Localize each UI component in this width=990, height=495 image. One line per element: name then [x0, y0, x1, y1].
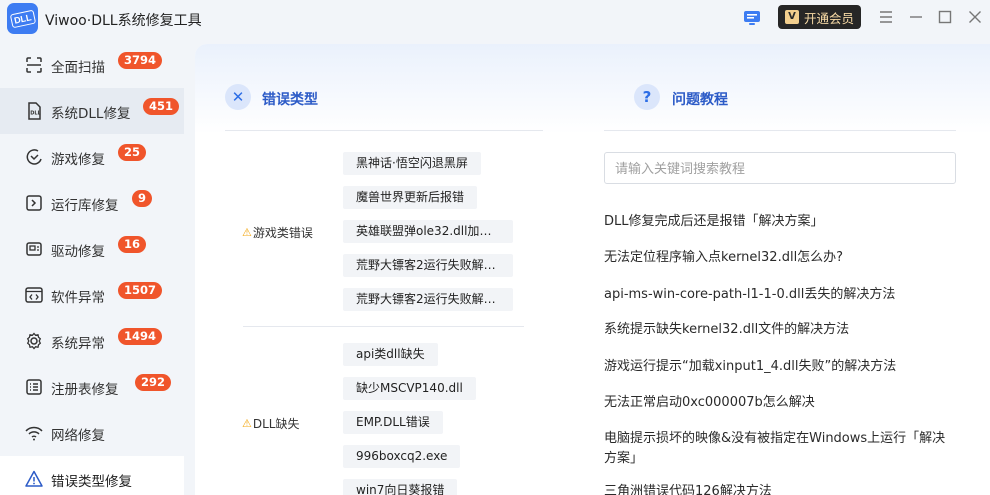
- close-icon[interactable]: [967, 9, 983, 25]
- main-panel: ✕ 错误类型 ⚠ 游戏类错误 黑神话·悟空闪退黑屏 魔兽世界更新后报错 英雄联盟…: [195, 44, 990, 495]
- sidebar-item-label: 软件异常: [51, 290, 105, 306]
- count-badge: 3794: [118, 52, 163, 69]
- error-item[interactable]: api类dll缺失: [343, 343, 438, 366]
- divider: [225, 130, 543, 131]
- sidebar-item-label: 游戏修复: [51, 152, 105, 168]
- count-badge: 1494: [118, 328, 163, 345]
- sidebar-item-software-exception[interactable]: 软件异常 1507: [0, 272, 184, 318]
- error-item[interactable]: 荒野大镖客2运行失败解决方法: [343, 288, 513, 311]
- tutorial-link[interactable]: 无法定位程序输入点kernel32.dll怎么办?: [604, 248, 949, 268]
- svg-text:DLL: DLL: [30, 111, 41, 117]
- code-window-icon: [25, 287, 43, 303]
- gear-icon: [26, 332, 42, 350]
- wifi-icon: [25, 426, 43, 441]
- list-icon: [26, 379, 42, 395]
- minimize-icon[interactable]: [908, 9, 924, 25]
- help-icon: ?: [634, 84, 660, 110]
- sidebar-item-driver-repair[interactable]: 驱动修复 16: [0, 226, 184, 272]
- error-item[interactable]: 缺少MSCVP140.dll: [343, 377, 476, 400]
- error-item[interactable]: 英雄联盟弹ole32.dll加载失败: [343, 220, 513, 243]
- count-badge: 25: [118, 144, 147, 161]
- scan-icon: [26, 57, 42, 73]
- warning-icon: [25, 470, 43, 487]
- sidebar-item-label: 系统异常: [51, 336, 105, 352]
- app-title: Viwoo·DLL系统修复工具: [45, 13, 202, 29]
- vip-label: 开通会员: [803, 10, 854, 26]
- error-item[interactable]: 黑神话·悟空闪退黑屏: [343, 152, 481, 175]
- tutorial-link[interactable]: 系统提示缺失kernel32.dll文件的解决方法: [604, 320, 949, 340]
- tutorial-link[interactable]: 电脑提示损坏的映像&没有被指定在Windows上运行「解决方案」: [604, 429, 949, 469]
- vip-icon: V: [784, 10, 799, 24]
- tutorials-title: 问题教程: [672, 92, 728, 108]
- sidebar-item-label: 网络修复: [51, 428, 105, 444]
- sidebar-item-label: 全面扫描: [51, 60, 105, 76]
- driver-icon: [26, 242, 42, 256]
- warning-icon: ⚠: [242, 226, 252, 239]
- error-item[interactable]: EMP.DLL错误: [343, 411, 443, 434]
- sidebar-item-system-dll[interactable]: DLL 系统DLL修复 451: [0, 88, 184, 134]
- dll-file-icon: DLL: [28, 102, 42, 120]
- count-badge: 1507: [118, 282, 163, 299]
- count-badge: 9: [132, 190, 153, 207]
- maximize-icon[interactable]: [937, 9, 953, 25]
- sidebar-item-label: 注册表修复: [51, 382, 119, 398]
- tutorial-link[interactable]: DLL修复完成后还是报错「解决方案」: [604, 212, 949, 232]
- monitor-icon[interactable]: [742, 8, 762, 28]
- count-badge: 16: [118, 236, 147, 253]
- category-label-dll-missing: ⚠ DLL缺失: [242, 417, 300, 431]
- tutorial-link[interactable]: 无法正常启动0xc000007b怎么解决: [604, 393, 949, 413]
- count-badge: 292: [135, 374, 172, 391]
- error-item[interactable]: 魔兽世界更新后报错: [343, 186, 478, 209]
- gamepad-icon: [26, 149, 42, 165]
- error-item[interactable]: 996boxcq2.exe: [343, 445, 461, 468]
- tutorial-search-input[interactable]: [604, 152, 956, 184]
- error-item[interactable]: 荒野大镖客2运行失败解决方法: [343, 254, 513, 277]
- sidebar-item-runtime-repair[interactable]: 运行库修复 9: [0, 180, 184, 226]
- sidebar-item-network-repair[interactable]: 网络修复: [0, 410, 184, 456]
- warning-icon: ⚠: [242, 417, 252, 430]
- sidebar-item-label: 驱动修复: [51, 244, 105, 260]
- sidebar-item-system-exception[interactable]: 系统异常 1494: [0, 318, 184, 364]
- vip-button[interactable]: V 开通会员: [778, 5, 861, 29]
- sidebar-item-registry-repair[interactable]: 注册表修复 292: [0, 364, 184, 410]
- error-item[interactable]: win7向日葵报错: [343, 479, 458, 495]
- category-label-game: ⚠ 游戏类错误: [242, 226, 313, 240]
- sidebar: 全面扫描 3794 DLL 系统DLL修复 451 游戏修复 25 运行库修复 …: [0, 42, 184, 495]
- sidebar-item-game-repair[interactable]: 游戏修复 25: [0, 134, 184, 180]
- sidebar-item-label: 系统DLL修复: [51, 106, 131, 122]
- sidebar-item-error-type-repair[interactable]: 错误类型修复: [0, 456, 184, 495]
- divider: [243, 326, 524, 327]
- error-types-title: 错误类型: [262, 92, 318, 108]
- menu-icon[interactable]: [878, 9, 894, 25]
- count-badge: 451: [143, 98, 180, 115]
- title-bar: DLL Viwoo·DLL系统修复工具 V 开通会员: [0, 0, 990, 38]
- sidebar-item-label: 错误类型修复: [51, 474, 132, 490]
- tutorial-link[interactable]: 三角洲错误代码126解决方法: [604, 482, 949, 495]
- tutorial-link[interactable]: 游戏运行提示“加载xinput1_4.dll失败”的解决方法: [604, 357, 949, 377]
- close-circle-icon: ✕: [225, 84, 251, 110]
- app-logo: DLL: [7, 3, 38, 34]
- sidebar-item-label: 运行库修复: [51, 198, 119, 214]
- tutorial-link[interactable]: api-ms-win-core-path-l1-1-0.dll丢失的解决方法: [604, 285, 949, 305]
- divider: [604, 130, 956, 131]
- runtime-icon: [26, 195, 42, 211]
- sidebar-item-full-scan[interactable]: 全面扫描 3794: [0, 42, 184, 88]
